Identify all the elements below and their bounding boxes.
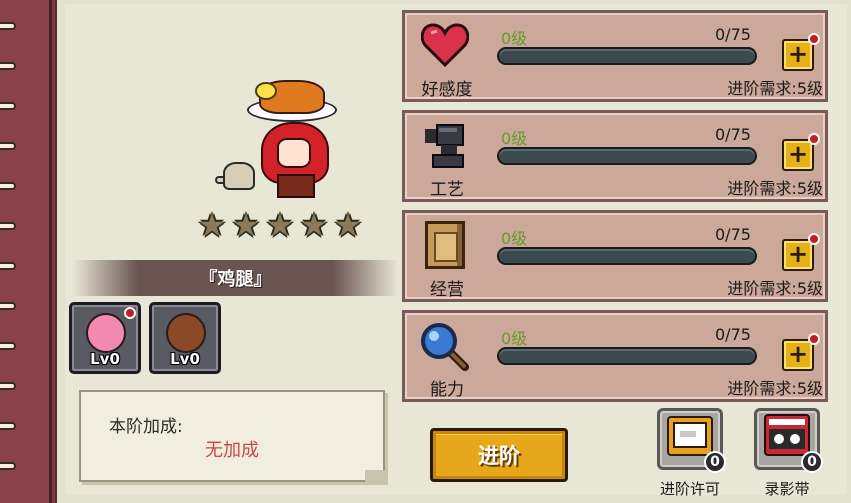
add-management-button[interactable]: + [782,233,820,271]
character-body [277,174,315,198]
stage-bonus-box: 本阶加成: 无加成 [79,390,385,482]
stat-progress: 0/75 [715,125,751,144]
companion-level: Lv0 [90,350,120,368]
notebook-page: ★ ★ ★ ★ ★ 『鸡腿』 Lv0 Lv0 本阶加成: 无加成 好感度 0级 … [55,0,851,503]
notification-dot [808,33,820,45]
stat-label: 经营 [430,280,464,300]
cat-pet [223,162,255,190]
add-craft-button[interactable]: + [782,133,820,171]
stat-craft: 工艺 0级 0/75 进阶需求:5级 + [402,110,828,202]
stat-level: 0级 [501,329,528,348]
binding-ring [0,102,16,110]
heart-icon [417,21,473,71]
stat-requirement: 进阶需求:5级 [727,179,823,198]
advance-button-label: 进阶 [478,444,520,468]
stat-label: 能力 [430,380,464,400]
item-videotape[interactable]: 0 录影带 [752,408,823,499]
binding-ring [0,262,16,270]
companion-level: Lv0 [170,350,200,368]
companion-avatar [166,313,206,353]
stat-progress: 0/75 [715,25,751,44]
add-affection-button[interactable]: + [782,33,820,71]
character-name-banner: 『鸡腿』 [73,260,398,296]
stat-requirement: 进阶需求:5级 [727,379,823,398]
binding-ring [0,462,16,470]
binding-ring [0,422,16,430]
notification-dot [808,133,820,145]
stat-progress: 0/75 [715,325,751,344]
notification-dot [808,233,820,245]
binding-ring [0,342,16,350]
stat-label: 好感度 [421,80,473,100]
notification-dot [124,307,136,319]
notebook-binding [0,0,52,503]
stat-affection: 好感度 0级 0/75 进阶需求:5级 + [402,10,828,102]
item-count: 0 [704,451,726,473]
advance-button[interactable]: 进阶 [430,428,568,482]
item-count: 0 [801,451,823,473]
companion-portrait-1[interactable]: Lv0 [69,302,141,374]
companion-avatar [86,313,126,353]
item-label: 录影带 [764,480,810,498]
stat-ability: 能力 0级 0/75 进阶需求:5级 + [402,310,828,402]
binding-ring [0,222,16,230]
binding-ring [0,62,16,70]
item-label: 进阶许可 [659,480,720,498]
progress-bar [497,147,757,165]
binding-ring [0,142,16,150]
character-face [277,138,311,168]
binding-ring [0,182,16,190]
item-advance-permit[interactable]: 0 进阶许可 [655,408,726,499]
lemon-slice [255,82,277,100]
anvil-icon [417,121,473,171]
character-name: 『鸡腿』 [199,269,272,290]
binding-ring [0,302,16,310]
stat-label: 工艺 [430,180,464,200]
star-icon: ★ [265,206,295,244]
stat-progress: 0/75 [715,225,751,244]
companion-portrait-2[interactable]: Lv0 [149,302,221,374]
paper-fold [365,470,385,482]
permit-card-icon: 0 [657,408,726,473]
add-ability-button[interactable]: + [782,333,820,371]
notification-dot [808,333,820,345]
stat-requirement: 进阶需求:5级 [727,79,823,98]
progress-bar [497,247,757,265]
stat-level: 0级 [501,229,528,248]
binding-ring [0,382,16,390]
bonus-title: 本阶加成: [109,417,183,437]
magnifier-icon [417,321,473,371]
book-icon [417,221,473,271]
bonus-value: 无加成 [205,440,259,461]
stat-management: 经营 0级 0/75 进阶需求:5级 + [402,210,828,302]
progress-bar [497,47,757,65]
stat-level: 0级 [501,29,528,48]
character-sprite[interactable] [215,74,345,204]
videotape-icon: 0 [754,408,823,473]
stat-level: 0级 [501,129,528,148]
star-icon: ★ [333,206,363,244]
star-icon: ★ [197,206,227,244]
progress-bar [497,347,757,365]
star-icon: ★ [299,206,329,244]
stat-requirement: 进阶需求:5级 [727,279,823,298]
binding-ring [0,22,16,30]
star-icon: ★ [231,206,261,244]
star-rating: ★ ★ ★ ★ ★ [197,206,363,244]
